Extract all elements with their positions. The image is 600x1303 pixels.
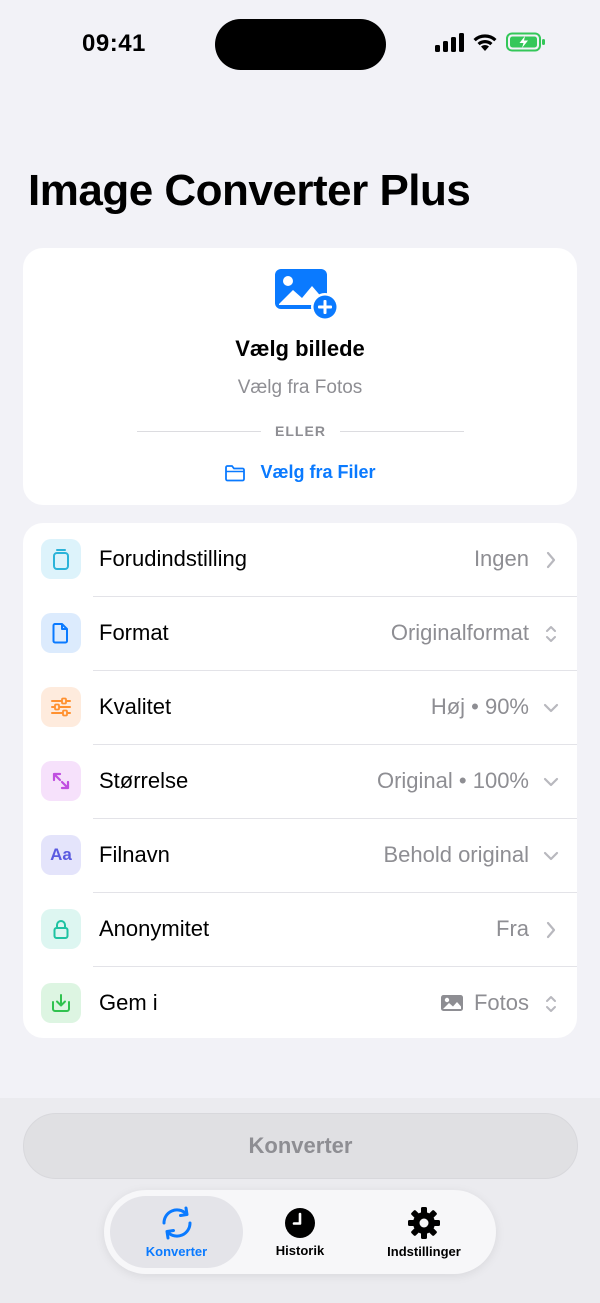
- chevron-updown-icon: [546, 626, 556, 642]
- setting-label: Filnavn: [99, 842, 170, 867]
- wifi-icon: [473, 34, 497, 51]
- setting-value: Høj • 90%: [430, 694, 529, 719]
- setting-value: Original • 100%: [376, 768, 529, 793]
- status-icons: [435, 32, 546, 52]
- setting-row-size[interactable]: Størrelse Original • 100%: [23, 745, 577, 819]
- photo-icon: [440, 995, 463, 1011]
- resize-arrows-icon: [41, 761, 81, 801]
- setting-label: Gem i: [99, 990, 158, 1015]
- divider-line-right: [340, 431, 464, 432]
- settings-list: Forudindstilling Ingen Format Originalfo…: [23, 523, 577, 1038]
- status-bar: 09:41: [0, 0, 600, 90]
- lock-icon: [41, 909, 81, 949]
- choose-from-files-button[interactable]: Vælg fra Filer: [0, 462, 600, 483]
- page-title: Image Converter Plus: [28, 166, 471, 215]
- folder-icon: [225, 464, 246, 481]
- setting-row-format[interactable]: Format Originalformat: [23, 597, 577, 671]
- setting-label: Format: [99, 620, 169, 645]
- gear-icon: [408, 1206, 440, 1239]
- battery-charging-icon: [506, 32, 545, 52]
- setting-value: Fotos: [473, 990, 529, 1015]
- tab-label: Indstillinger: [387, 1243, 461, 1259]
- setting-label: Forudindstilling: [99, 546, 247, 571]
- status-time: 09:41: [82, 30, 146, 57]
- dynamic-island: [215, 19, 386, 70]
- chevron-updown-icon: [546, 996, 556, 1012]
- sliders-icon: [41, 687, 81, 727]
- setting-value: Originalformat: [390, 620, 529, 645]
- choose-from-photos-link[interactable]: Vælg fra Fotos: [0, 377, 600, 399]
- setting-value-wrap: Fotos: [440, 990, 529, 1016]
- tab-history[interactable]: Historik: [254, 1196, 346, 1268]
- setting-row-quality[interactable]: Kvalitet Høj • 90%: [23, 671, 577, 745]
- setting-label: Kvalitet: [99, 694, 172, 719]
- tab-bar: Konverter Historik Indstillinger: [104, 1190, 496, 1274]
- or-divider: ELLER: [137, 423, 464, 441]
- text-aa-icon: Aa: [41, 835, 81, 875]
- jar-icon: [41, 539, 81, 579]
- chevron-down-icon: [543, 777, 559, 787]
- chevron-down-icon: [543, 851, 559, 861]
- choose-from-files-label: Vælg fra Filer: [260, 462, 376, 482]
- tab-convert[interactable]: Konverter: [110, 1196, 243, 1268]
- convert-button[interactable]: Konverter: [23, 1113, 578, 1179]
- chevron-right-icon: [546, 551, 556, 569]
- setting-row-anonymity[interactable]: Anonymitet Fra: [23, 893, 577, 967]
- clock-icon: [285, 1207, 315, 1238]
- setting-value: Ingen: [473, 546, 529, 571]
- save-down-icon: [41, 983, 81, 1023]
- add-photo-icon: [275, 269, 339, 321]
- setting-label: Anonymitet: [99, 916, 210, 941]
- setting-row-filename[interactable]: Aa Filnavn Behold original: [23, 819, 577, 893]
- setting-row-save-to[interactable]: Gem i Fotos: [23, 967, 577, 1038]
- setting-label: Størrelse: [99, 768, 189, 793]
- setting-value: Fra: [496, 916, 529, 941]
- choose-image-title[interactable]: Vælg billede: [0, 336, 600, 362]
- tab-settings[interactable]: Indstillinger: [372, 1196, 476, 1268]
- setting-value: Behold original: [383, 842, 529, 867]
- tab-label: Historik: [275, 1242, 325, 1258]
- tab-label: Konverter: [145, 1243, 208, 1259]
- chevron-right-icon: [546, 921, 556, 939]
- chevron-down-icon: [543, 703, 559, 713]
- cellular-signal-icon: [435, 32, 464, 52]
- setting-row-preset[interactable]: Forudindstilling Ingen: [23, 523, 577, 597]
- document-icon: [41, 613, 81, 653]
- convert-arrows-icon: [161, 1206, 192, 1239]
